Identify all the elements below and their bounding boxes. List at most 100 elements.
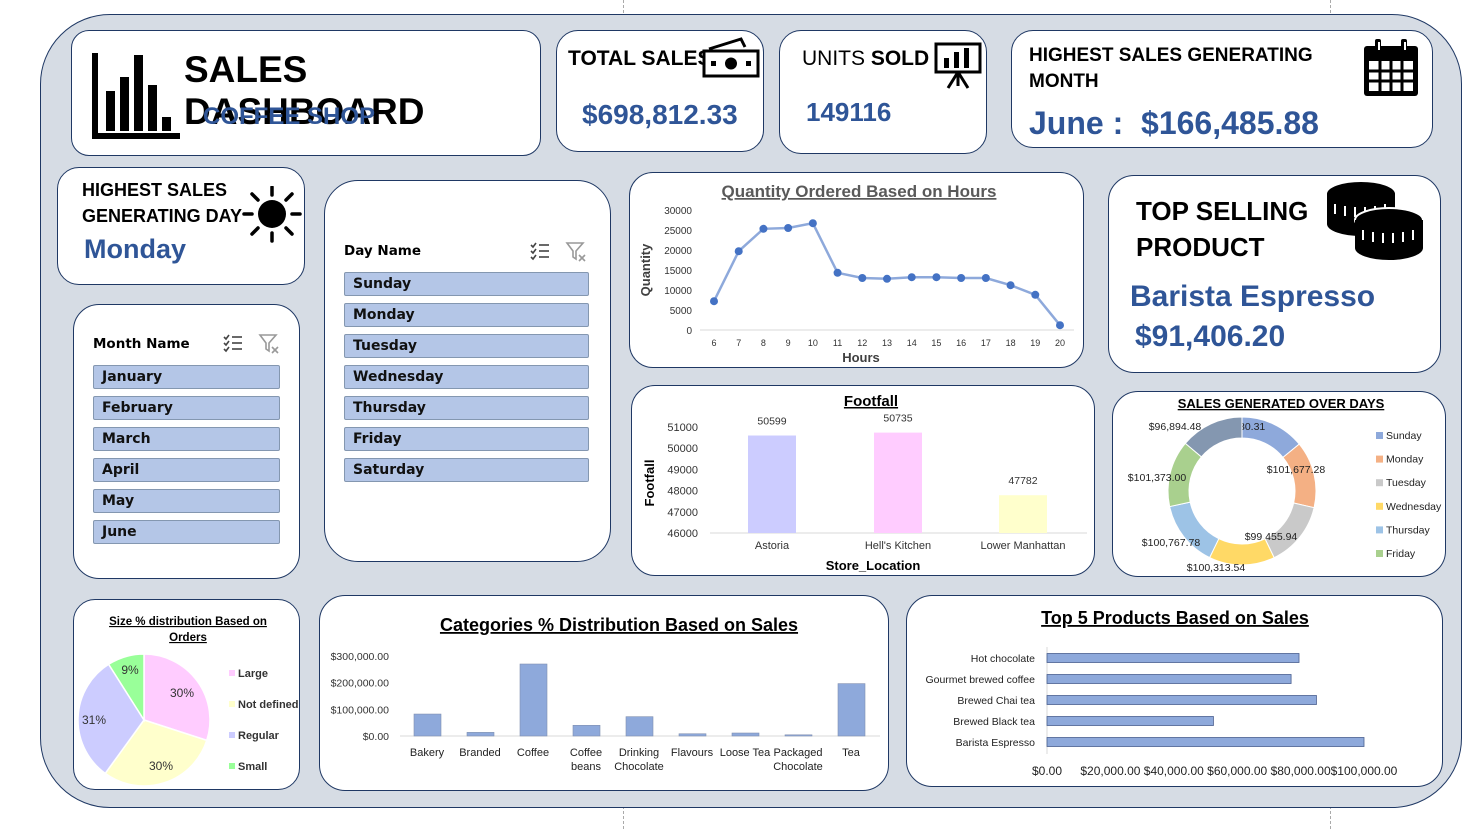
bar [837,683,866,737]
x-tick-label: 7 [736,338,741,348]
x-tick-label: Packaged [774,747,823,759]
data-label: 30% [149,759,173,773]
bar [1046,737,1365,747]
slicer-item[interactable]: Friday [344,427,589,451]
data-label: 47782 [1008,475,1037,487]
data-point [883,274,891,283]
top5-products-card: Top 5 Products Based on Sales Hot chocola… [906,595,1443,787]
presentation-board-icon [934,42,982,89]
slicer-item[interactable]: June [93,520,280,544]
quantity-hours-chart: Quantity Ordered Based on Hours 0 5000 1000… [638,182,1074,365]
slicer-item[interactable]: Saturday [344,458,589,482]
data-point [981,274,990,282]
x-tick-label: Lower Manhattan [981,540,1066,552]
cash-icon [702,37,760,78]
x-tick-label: beans [571,761,601,773]
x-tick-label: Chocolate [614,761,664,773]
legend-label: Thursday [1386,524,1431,536]
slicer-item[interactable]: April [93,458,280,482]
data-point [734,247,743,256]
x-tick-label: Branded [459,747,501,759]
y-tick-label: 48000 [667,486,698,498]
x-axis-label: Store_Location [826,558,921,573]
y-tick-label: Brewed Black tea [953,716,1035,728]
x-tick-label: $60,000.00 [1207,764,1267,778]
bar [572,725,601,737]
bar [1046,653,1300,663]
y-axis-label: Footfall [642,460,657,507]
legend-swatch [1376,455,1383,463]
bar [625,716,654,737]
slicer-item[interactable]: Monday [344,303,589,327]
y-tick-label: 20000 [664,246,692,257]
legend-label: Monday [1386,454,1424,466]
multi-select-icon[interactable] [529,241,551,261]
top-product-name: Barista Espresso [1130,280,1376,313]
y-tick-label: Barista Espresso [956,737,1036,749]
y-tick-label: $0.00 [363,731,389,743]
y-tick-label: 51000 [667,422,698,434]
units-sold-value: 149116 [806,97,892,127]
slicer-item[interactable]: May [93,489,280,513]
x-tick-label: Chocolate [773,761,823,773]
slicer-item[interactable]: Tuesday [344,334,589,358]
slicer-item[interactable]: Sunday [344,272,589,296]
clear-filter-icon[interactable] [258,333,280,355]
chart-title: Size % distribution Based on [109,616,267,628]
bar [731,732,760,737]
clear-filter-icon[interactable] [565,241,587,263]
highest-day-label-2: GENERATING DAY [82,206,243,226]
slicer-item[interactable]: Thursday [344,396,589,420]
y-tick-label: Hot chocolate [971,653,1035,665]
highest-day-value: Monday [84,234,187,264]
chart-title: SALES GENERATED OVER DAYS [1178,396,1385,411]
quantity-hours-card: Quantity Ordered Based on Hours 0 5000 1000… [629,172,1084,368]
multi-select-icon[interactable] [222,333,244,353]
slicer-item[interactable]: January [93,365,280,389]
x-tick-label: 8 [761,338,766,348]
data-point [759,224,768,233]
slicer-item[interactable]: Wednesday [344,365,589,389]
total-sales-value: $698,812.33 [582,99,738,130]
y-tick-label: 5000 [670,306,693,317]
size-distribution-card: Size % distribution Based on Orders 30% 30%… [73,599,300,790]
data-point [907,273,916,282]
y-tick-label: $200,000.00 [331,678,390,690]
y-tick-label: 47000 [667,507,698,519]
legend-label: Friday [1386,548,1416,560]
data-label: 50735 [883,413,912,425]
bar [999,495,1047,533]
legend-swatch [229,670,235,676]
coins-icon [1327,182,1424,260]
legend-label: Regular [238,730,280,742]
slicer-item[interactable]: February [93,396,280,420]
x-tick-label: 16 [956,338,966,348]
x-tick-label: 18 [1006,338,1016,348]
calendar-icon [1364,39,1418,96]
bar [1046,695,1317,705]
x-tick-label: Astoria [755,540,790,552]
footfall-chart: Footfall 46000 47000 48000 49000 50000 51000 50… [642,393,1087,573]
slicer-item[interactable]: March [93,427,280,451]
y-tick-label: 30000 [664,206,692,217]
y-tick-label: 49000 [667,464,698,476]
y-tick-label: 25000 [664,226,692,237]
x-tick-label: 12 [857,338,867,348]
bar [519,663,548,737]
month-slicer-header: Month Name [93,336,190,352]
sales-days-chart: SALES GENERATED OVER DAYS$98,330.31$101,… [1128,396,1442,574]
x-tick-label: 11 [833,338,842,348]
header-card: SALES DASHBOARD COFFEE SHOP [71,30,541,156]
data-point [957,274,966,282]
data-label: $100,767.78 [1142,537,1201,549]
data-label: $101,373.00 [1128,472,1187,484]
data-point [808,219,817,228]
day-slicer: Day Name Sunday Monday Tuesday Wednesday Thu… [324,180,611,562]
legend-label: Sunday [1386,430,1422,442]
page-subtitle: COFFEE SHOP [203,103,376,130]
data-label: 9% [121,663,139,677]
x-tick-label: Bakery [410,747,445,759]
x-tick-label: Loose Tea [720,747,771,759]
sun-icon [242,186,302,243]
data-point [784,224,793,232]
